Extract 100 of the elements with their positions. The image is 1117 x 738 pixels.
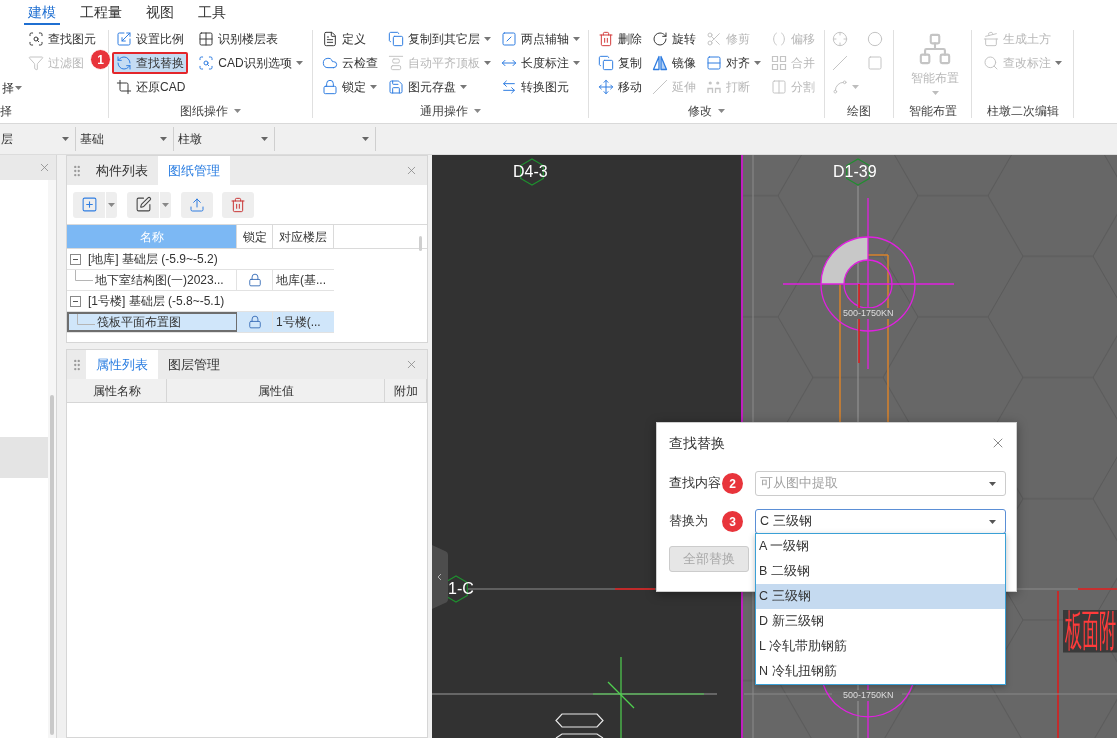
- ribbon-button[interactable]: 云检查: [318, 52, 382, 74]
- collapse-icon[interactable]: [70, 253, 81, 265]
- caret-icon: [989, 519, 996, 524]
- pot-icon: [983, 31, 999, 47]
- caret-icon: [234, 109, 241, 113]
- trash-icon: [598, 31, 614, 47]
- cloud-icon: [322, 55, 338, 71]
- table-cell: 筏板平面布置图: [97, 316, 181, 328]
- swap-arrows-icon: [501, 79, 517, 95]
- ribbon-button[interactable]: 设置比例: [112, 28, 188, 50]
- group-label: 绘图: [847, 105, 871, 117]
- close-icon[interactable]: [405, 358, 418, 371]
- close-icon[interactable]: [38, 161, 51, 174]
- caret-icon: [484, 61, 491, 65]
- capacity-label: 500-1750KN: [842, 690, 895, 701]
- lock-icon[interactable]: [247, 315, 262, 329]
- table-row[interactable]: 地下室结构图(一)2023... 地库(基...: [67, 270, 334, 291]
- ribbon-button[interactable]: 查找替换: [112, 52, 188, 74]
- ribbon-button[interactable]: 查找图元: [24, 28, 100, 50]
- menu-tab[interactable]: 工具: [194, 0, 230, 25]
- column-header[interactable]: 属性名称: [67, 379, 167, 402]
- column-header[interactable]: 附加: [385, 379, 427, 402]
- panel-tab[interactable]: 图层管理: [158, 350, 230, 379]
- ribbon-button[interactable]: 识别楼层表: [194, 28, 283, 50]
- ribbon-button[interactable]: 对齐: [702, 52, 765, 74]
- tree-connector: [77, 314, 95, 325]
- grid-icon: [198, 31, 215, 47]
- dropdown-selector[interactable]: 基础: [76, 127, 174, 151]
- scrollbar-thumb[interactable]: [50, 395, 54, 735]
- panel-tab[interactable]: 构件列表: [86, 156, 158, 185]
- panel-tab[interactable]: 属性列表: [86, 350, 158, 379]
- table-row[interactable]: 筏板平面布置图 1号楼(...: [67, 312, 334, 333]
- caret-icon: [573, 61, 580, 65]
- ribbon-button[interactable]: 镜像: [648, 52, 700, 74]
- network-icon: [918, 32, 952, 66]
- step-badge: 1: [90, 49, 111, 70]
- curve-icon: [832, 79, 848, 95]
- tree-group-label[interactable]: [地库] 基础层 (-5.9~-5.2): [88, 253, 218, 265]
- four-squares-icon: [771, 55, 787, 71]
- dropdown-button[interactable]: [160, 191, 171, 218]
- ribbon-button[interactable]: 两点辅轴: [497, 28, 584, 50]
- menu-tab[interactable]: 视图: [142, 0, 178, 25]
- caret-icon: [989, 481, 996, 486]
- dropdown-option[interactable]: L 冷轧带肋钢筋: [756, 634, 1005, 659]
- lock-icon[interactable]: [247, 273, 262, 287]
- close-icon[interactable]: [405, 164, 418, 177]
- table-cell: 地下室结构图(一)2023...: [95, 274, 224, 286]
- upload-icon: [189, 196, 205, 213]
- dropdown-option[interactable]: B 二级钢: [756, 559, 1005, 584]
- edit-icon: [134, 196, 152, 213]
- select-field[interactable]: C 三级钢: [755, 509, 1006, 534]
- upload-button[interactable]: [181, 191, 213, 218]
- ribbon-button[interactable]: 图元存盘: [384, 76, 471, 98]
- ribbon-button[interactable]: 移动: [594, 76, 646, 98]
- menu-tab[interactable]: 工程量: [76, 0, 126, 25]
- stacked-rows-icon: [706, 55, 722, 71]
- dropdown-option[interactable]: A 一级钢: [756, 534, 1005, 559]
- ribbon-button[interactable]: 长度标注: [497, 52, 584, 74]
- caret-icon: [1055, 61, 1062, 65]
- copy-icon: [598, 55, 614, 71]
- ribbon-button[interactable]: 择: [0, 77, 24, 99]
- caret-icon: [754, 61, 761, 65]
- rounded-hexagon-shape: [555, 713, 604, 728]
- collapse-icon[interactable]: [70, 295, 81, 307]
- column-header[interactable]: 属性值: [167, 379, 385, 402]
- rotate-icon: [652, 31, 668, 47]
- dropdown-selector[interactable]: 层: [0, 127, 76, 151]
- caret-icon: [62, 137, 69, 141]
- search-icon: [983, 55, 999, 71]
- add-button[interactable]: [73, 191, 105, 218]
- ribbon-button[interactable]: 定义: [318, 28, 370, 50]
- step-badge: 2: [722, 473, 743, 494]
- ribbon-button[interactable]: 旋转: [648, 28, 700, 50]
- ribbon-button[interactable]: 删除: [594, 28, 646, 50]
- scrollbar-thumb[interactable]: [419, 236, 422, 251]
- dropdown-option[interactable]: C 三级钢: [756, 584, 1005, 609]
- dropdown-option[interactable]: N 冷轧扭钢筋: [756, 659, 1005, 684]
- caret-icon: [370, 85, 377, 89]
- panel-tab[interactable]: 图纸管理: [158, 156, 230, 185]
- axis-label: D4-3: [513, 165, 548, 179]
- dropdown-selector[interactable]: 柱墩: [174, 127, 275, 151]
- collapse-handle[interactable]: [432, 545, 448, 609]
- caret-icon: [460, 85, 467, 89]
- delete-button[interactable]: [222, 191, 254, 218]
- dropdown-option[interactable]: D 新三级钢: [756, 609, 1005, 634]
- ribbon-button[interactable]: 复制: [594, 52, 646, 74]
- ribbon-button[interactable]: 转换图元: [497, 76, 573, 98]
- ribbon-button[interactable]: 复制到其它层: [384, 28, 495, 50]
- edit-button[interactable]: [127, 191, 159, 218]
- group-label: 修改: [688, 105, 725, 117]
- ribbon-button[interactable]: 还原CAD: [112, 76, 190, 98]
- field-label: 替换为: [669, 515, 709, 528]
- caret-icon: [15, 86, 22, 90]
- ribbon-button[interactable]: CAD识别选项: [194, 52, 307, 74]
- axis-label: 1-C: [448, 582, 474, 596]
- tree-group-label[interactable]: [1号楼] 基础层 (-5.8~-5.1): [88, 295, 225, 307]
- dropdown-button[interactable]: [106, 191, 117, 218]
- group-label: 通用操作: [420, 105, 481, 117]
- tree-connector: [75, 270, 93, 281]
- ribbon-button[interactable]: 锁定: [318, 76, 381, 98]
